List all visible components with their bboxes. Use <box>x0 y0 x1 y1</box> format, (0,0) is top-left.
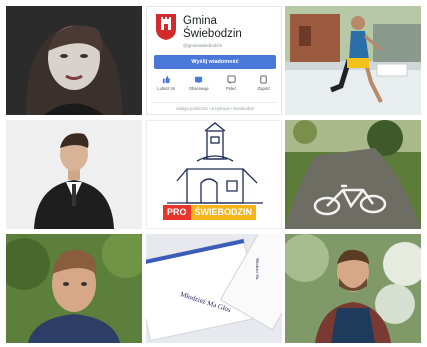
page-category: Usługa publiczna i urzędowa • Świebodzin <box>153 102 277 111</box>
follow-button[interactable]: Obserwuje <box>184 75 214 97</box>
follow-label: Obserwuje <box>188 86 209 91</box>
like-label: Lubisz to! <box>157 86 176 91</box>
photo-runner[interactable] <box>285 6 421 115</box>
like-button[interactable]: Lubisz to! <box>151 75 181 97</box>
coat-of-arms-icon <box>156 14 176 40</box>
youth-council-cards-image: Młodzież Ma Głos Młodzież Ma <box>146 234 282 343</box>
follow-icon <box>195 76 203 84</box>
woman-portrait-image <box>6 6 142 115</box>
pro-swiebodzin-logo-tile[interactable]: PRO ŚWIEBODZIN <box>146 120 282 229</box>
photo-bike-path[interactable] <box>285 120 421 229</box>
photo-grid: Gmina Świebodzin @gminaswiebodzin Wyślij… <box>6 6 421 343</box>
recommend-icon <box>227 75 236 84</box>
badge-prefix: PRO <box>163 205 191 220</box>
badge-name: ŚWIEBODZIN <box>190 205 257 220</box>
page-handle: @gminaswiebodzin <box>183 43 223 48</box>
facebook-profile-card: Gmina Świebodzin @gminaswiebodzin Wyślij… <box>146 6 282 115</box>
young-man-image <box>6 234 142 343</box>
man-suit-image <box>6 120 142 229</box>
photo-woman-portrait[interactable] <box>6 6 142 115</box>
runner-image <box>285 6 421 115</box>
save-icon <box>260 75 267 84</box>
bike-path-image <box>285 120 421 229</box>
pro-swiebodzin-badge: PRO ŚWIEBODZIN <box>163 205 257 220</box>
recommend-label: Poleć <box>226 86 237 91</box>
photo-young-man[interactable] <box>6 234 142 343</box>
photo-youth-council-cards[interactable]: Młodzież Ma Głos Młodzież Ma <box>146 234 282 343</box>
card-side-text: Młodzież Ma <box>255 258 260 280</box>
page-actions: Lubisz to! Obserwuje Poleć Zapisz <box>150 75 280 97</box>
send-message-button[interactable]: Wyślij wiadomość <box>154 55 276 69</box>
page-title: Gmina Świebodzin <box>183 15 242 40</box>
bearded-man-image <box>285 234 421 343</box>
photo-man-suit[interactable] <box>6 120 142 229</box>
recommend-button[interactable]: Poleć <box>216 75 246 97</box>
like-icon <box>162 75 170 84</box>
save-label: Zapisz <box>257 86 270 91</box>
save-button[interactable]: Zapisz <box>249 75 279 97</box>
photo-bearded-man[interactable] <box>285 234 421 343</box>
